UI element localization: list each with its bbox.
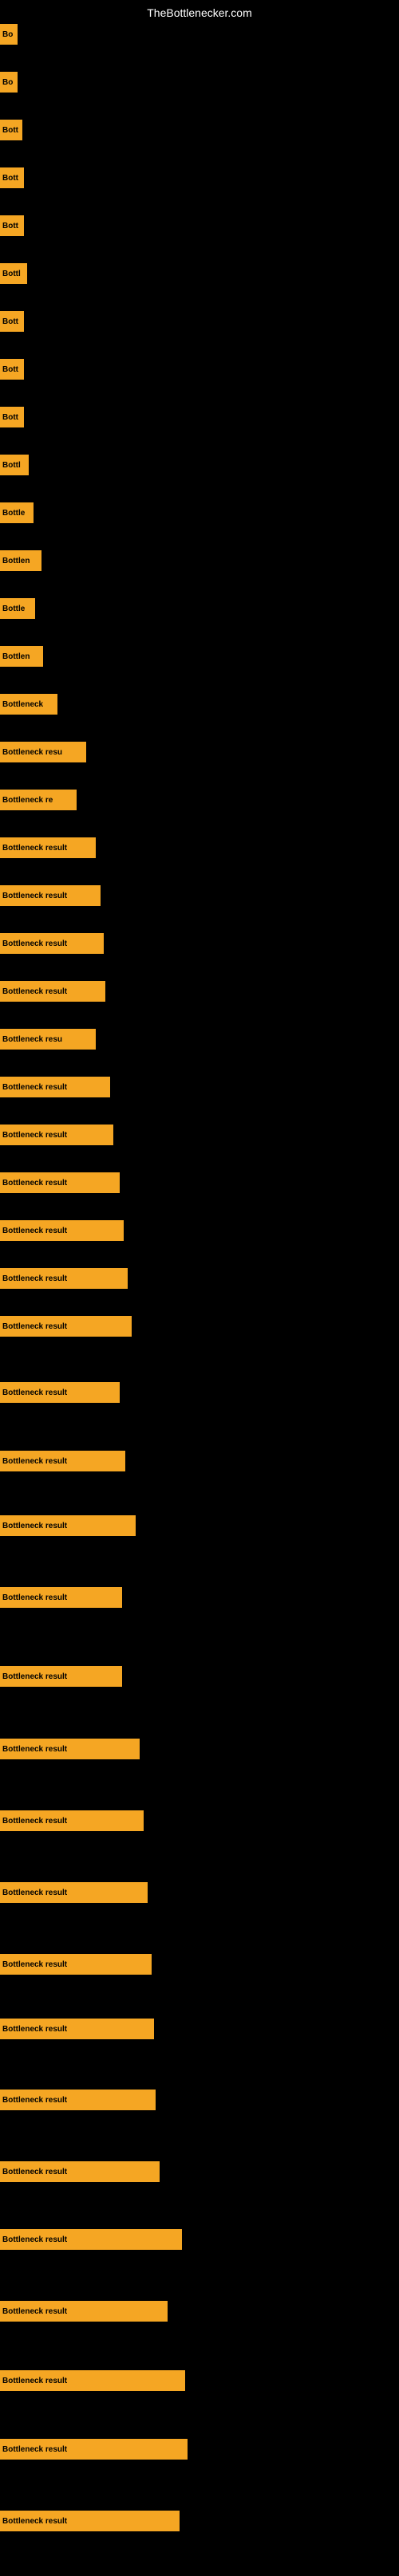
bar-21: Bottleneck result: [0, 981, 105, 1002]
bar-text-16: Bottleneck resu: [2, 748, 62, 757]
bar-37: Bottleneck result: [0, 2019, 154, 2039]
bar-text-17: Bottleneck re: [2, 796, 53, 805]
bar-text-10: Bottl: [2, 461, 21, 470]
bar-41: Bottleneck result: [0, 2229, 182, 2250]
bar-text-4: Bott: [2, 174, 18, 183]
bar-text-27: Bottleneck result: [2, 1274, 67, 1283]
bar-27: Bottleneck result: [0, 1268, 128, 1289]
bar-25: Bottleneck result: [0, 1172, 120, 1193]
bar-3: Bott: [0, 120, 22, 140]
bar-text-37: Bottleneck result: [2, 2025, 67, 2034]
bar-23: Bottleneck result: [0, 1077, 110, 1097]
bar-text-20: Bottleneck result: [2, 939, 67, 948]
bar-text-36: Bottleneck result: [2, 1889, 67, 1897]
bar-31: Bottleneck result: [0, 1515, 136, 1536]
bar-34: Bottleneck result: [0, 1739, 140, 1759]
bar-text-32: Bottleneck result: [2, 1593, 67, 1602]
bar-text-33: Bottleneck result: [2, 1672, 67, 1681]
bar-text-35: Bottleneck result: [2, 1817, 67, 1826]
bar-text-44: Bottleneck result: [2, 2445, 67, 2454]
bar-text-22: Bottleneck resu: [2, 1035, 62, 1044]
bar-text-15: Bottleneck: [2, 700, 43, 709]
bar-text-19: Bottleneck result: [2, 892, 67, 900]
bar-13: Bottle: [0, 598, 35, 619]
bar-text-25: Bottleneck result: [2, 1179, 67, 1188]
bar-text-3: Bott: [2, 126, 18, 135]
bar-11: Bottle: [0, 502, 34, 523]
bar-text-42: Bottleneck result: [2, 2307, 67, 2316]
bar-33: Bottleneck result: [0, 1666, 122, 1687]
bar-39: Bottleneck result: [0, 2090, 156, 2110]
bar-42: Bottleneck result: [0, 2301, 168, 2322]
bar-29: Bottleneck result: [0, 1382, 120, 1403]
bar-1: Bo: [0, 24, 18, 45]
bar-text-39: Bottleneck result: [2, 2096, 67, 2105]
bar-28: Bottleneck result: [0, 1316, 132, 1337]
bar-5: Bott: [0, 215, 24, 236]
bar-9: Bott: [0, 407, 24, 427]
bar-16: Bottleneck resu: [0, 742, 86, 762]
bar-text-2: Bo: [2, 78, 13, 87]
bar-text-5: Bott: [2, 222, 18, 230]
bar-text-43: Bottleneck result: [2, 2377, 67, 2385]
bar-text-31: Bottleneck result: [2, 1522, 67, 1530]
bars-container: Bo Bo Bott Bott Bott Bottl Bott Bott Bott Bottl Bo…: [0, 24, 399, 2576]
bar-text-11: Bottle: [2, 509, 25, 518]
bar-text-9: Bott: [2, 413, 18, 422]
bar-19: Bottleneck result: [0, 885, 101, 906]
bar-text-40: Bottleneck result: [2, 2168, 67, 2176]
bar-26: Bottleneck result: [0, 1220, 124, 1241]
bar-17: Bottleneck re: [0, 790, 77, 810]
bar-40: Bottleneck result: [0, 2161, 160, 2182]
bar-4: Bott: [0, 167, 24, 188]
bar-text-30: Bottleneck result: [2, 1457, 67, 1466]
bar-text-38: Bottleneck result: [2, 1960, 67, 1969]
bar-32: Bottleneck result: [0, 1587, 122, 1608]
bar-38: Bottleneck result: [0, 1954, 152, 1975]
bar-43: Bottleneck result: [0, 2370, 185, 2391]
bar-text-24: Bottleneck result: [2, 1131, 67, 1140]
bar-7: Bott: [0, 311, 24, 332]
bar-24: Bottleneck result: [0, 1125, 113, 1145]
bar-text-41: Bottleneck result: [2, 2235, 67, 2244]
bar-text-12: Bottlen: [2, 557, 30, 565]
bar-36: Bottleneck result: [0, 1882, 148, 1903]
bar-35: Bottleneck result: [0, 1810, 144, 1831]
bar-8: Bott: [0, 359, 24, 380]
bar-2: Bo: [0, 72, 18, 93]
bar-text-14: Bottlen: [2, 652, 30, 661]
bar-text-29: Bottleneck result: [2, 1388, 67, 1397]
bar-15: Bottleneck: [0, 694, 57, 715]
site-title: TheBottlenecker.com: [0, 0, 399, 26]
bar-12: Bottlen: [0, 550, 41, 571]
bar-44: Bottleneck result: [0, 2439, 188, 2460]
bar-text-34: Bottleneck result: [2, 1745, 67, 1754]
bar-text-7: Bott: [2, 317, 18, 326]
bar-45: Bottleneck result: [0, 2511, 180, 2531]
bar-18: Bottleneck result: [0, 837, 96, 858]
bar-text-1: Bo: [2, 30, 13, 39]
bar-text-26: Bottleneck result: [2, 1227, 67, 1235]
bar-text-8: Bott: [2, 365, 18, 374]
bar-10: Bottl: [0, 455, 29, 475]
bar-30: Bottleneck result: [0, 1451, 125, 1471]
bar-text-13: Bottle: [2, 605, 25, 613]
bar-22: Bottleneck resu: [0, 1029, 96, 1050]
bar-text-23: Bottleneck result: [2, 1083, 67, 1092]
bar-text-28: Bottleneck result: [2, 1322, 67, 1331]
bar-text-18: Bottleneck result: [2, 844, 67, 853]
bar-20: Bottleneck result: [0, 933, 104, 954]
bar-text-6: Bottl: [2, 270, 21, 278]
bar-14: Bottlen: [0, 646, 43, 667]
bar-6: Bottl: [0, 263, 27, 284]
bar-text-45: Bottleneck result: [2, 2517, 67, 2526]
bar-text-21: Bottleneck result: [2, 987, 67, 996]
